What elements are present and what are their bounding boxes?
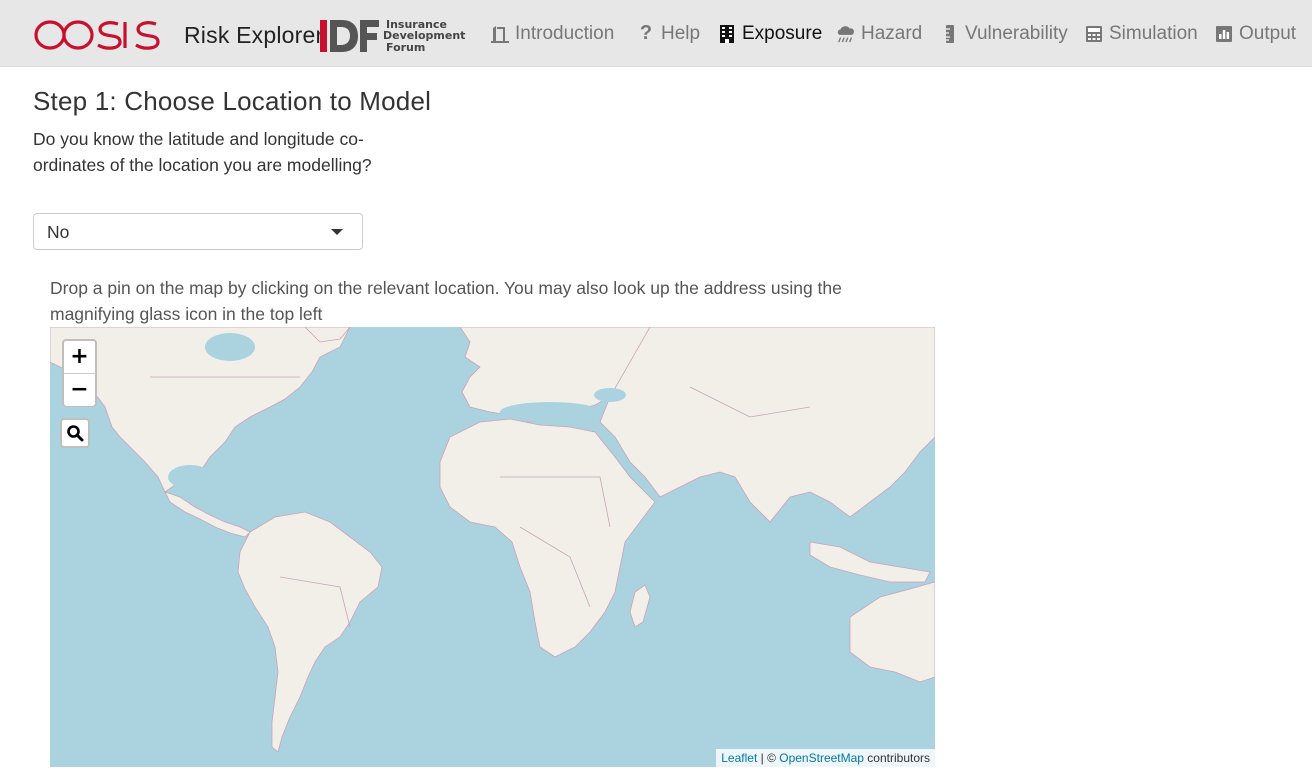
coordinates-known-select[interactable]: No [33, 213, 363, 250]
black-sea [594, 388, 626, 402]
zoom-control: + − [62, 339, 97, 407]
land-central-america [164, 491, 251, 538]
nav-exposure[interactable]: Exposure [717, 0, 822, 67]
openstreetmap-link[interactable]: OpenStreetMap [779, 751, 864, 765]
nav-label: Vulnerability [965, 22, 1068, 44]
land-australia [849, 581, 935, 683]
bar-chart-icon [1214, 24, 1234, 44]
select-value: No [47, 222, 70, 242]
oasis-logo [34, 20, 160, 50]
zoom-in-button[interactable]: + [64, 341, 95, 374]
nav-label: Exposure [742, 22, 823, 44]
app-name: Risk Explorer [184, 21, 324, 48]
calculator-icon [1084, 24, 1104, 44]
map-attribution: Leaflet | © OpenStreetMap contributors [716, 749, 935, 767]
ruler-icon [940, 24, 960, 44]
nav-help[interactable]: ? Help [636, 0, 700, 67]
gulf-of-mexico [168, 465, 212, 489]
nav-label: Introduction [515, 22, 615, 44]
coordinates-question: Do you know the latitude and longitude c… [33, 129, 372, 175]
nav-vulnerability[interactable]: Vulnerability [940, 0, 1068, 67]
land-africa [439, 418, 656, 658]
leaflet-map[interactable]: + − Leaflet | © OpenStreetMap contributo… [50, 327, 935, 767]
idf-mark [320, 20, 379, 52]
page-title: Step 1: Choose Location to Model [33, 86, 432, 116]
land-indonesia [809, 541, 931, 583]
land-south-america [237, 511, 383, 753]
question-icon: ? [639, 22, 653, 44]
hudson-bay [205, 333, 255, 361]
attribution-suffix: contributors [863, 751, 930, 765]
map-search-button[interactable] [60, 418, 90, 448]
door-icon [490, 24, 510, 44]
nav-introduction[interactable]: Introduction [490, 0, 614, 67]
attribution-separator: | © [757, 751, 780, 765]
caret-down-icon [331, 229, 343, 235]
building-icon [717, 24, 737, 44]
top-navbar: Risk Explorer Insurance Development Foru… [0, 0, 1312, 67]
mediterranean-sea [500, 402, 600, 422]
nav-label: Help [661, 22, 701, 44]
nav-label: Output [1239, 22, 1297, 44]
nav-label: Simulation [1109, 22, 1198, 44]
zoom-out-button[interactable]: − [64, 374, 95, 406]
land-asia [599, 327, 935, 523]
nav-label: Hazard [861, 22, 923, 44]
idf-logo[interactable]: Insurance Development Forum [318, 16, 465, 56]
idf-line-3: Forum [386, 40, 426, 54]
land-madagascar [629, 584, 651, 628]
world-map-tiles [50, 327, 935, 753]
nav-simulation[interactable]: Simulation [1084, 0, 1198, 67]
nav-hazard[interactable]: Hazard [836, 0, 922, 67]
search-icon [67, 425, 84, 442]
leaflet-link[interactable]: Leaflet [721, 751, 757, 765]
idf-text: Insurance Development Forum [383, 19, 465, 54]
cloud-rain-icon [836, 24, 856, 44]
map-instructions: Drop a pin on the map by clicking on the… [50, 278, 842, 324]
brand[interactable]: Risk Explorer [34, 17, 323, 53]
nav-output[interactable]: Output [1214, 0, 1296, 67]
